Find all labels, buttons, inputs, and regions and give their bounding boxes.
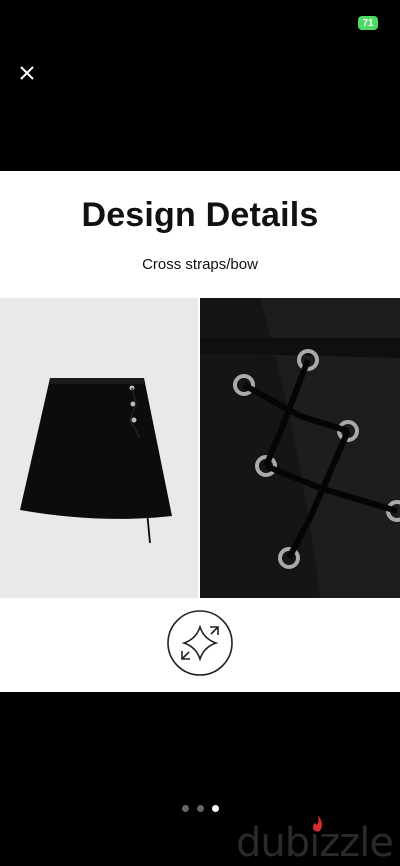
page-indicator	[0, 805, 400, 812]
sparkle-expand-icon	[167, 610, 233, 676]
lace-detail-photo	[200, 298, 400, 598]
battery-level: 71	[362, 17, 374, 29]
page-dot-2[interactable]	[196, 805, 204, 812]
close-button[interactable]	[16, 62, 38, 84]
close-icon	[20, 66, 34, 80]
skirt-photo	[0, 298, 198, 598]
page-dot-1[interactable]	[181, 805, 189, 812]
sparkle-expand-badge	[166, 609, 234, 677]
flame-icon	[313, 815, 322, 832]
battery-indicator: 71	[358, 16, 378, 30]
image-headline: Design Details	[81, 196, 319, 234]
page-dot-3-active[interactable]	[211, 805, 219, 812]
image-subline: Cross straps/bow	[142, 256, 258, 273]
product-image[interactable]: Design Details Cross straps/bow	[0, 171, 400, 692]
